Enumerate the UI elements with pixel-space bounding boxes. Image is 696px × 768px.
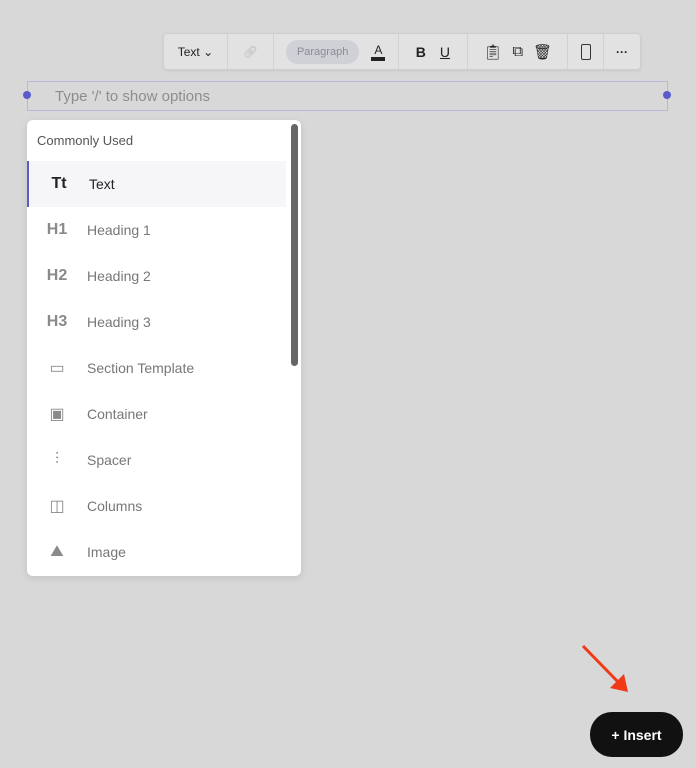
text-icon: Tt xyxy=(51,175,67,192)
mobile-icon xyxy=(580,43,591,60)
menu-item-heading-3[interactable]: H3 Heading 3 xyxy=(27,299,286,345)
menu-item-columns[interactable]: ◫ Columns xyxy=(27,483,286,529)
text-block-input[interactable]: Type '/' to show options xyxy=(27,81,668,111)
block-toolbar: Text ⌄ 🔗︎ Paragraph A B U 📋︎ ⧉ 🗑︎ ··· xyxy=(163,33,641,70)
link-button[interactable]: 🔗︎ xyxy=(228,34,274,69)
more-options-button[interactable]: ··· xyxy=(604,34,640,69)
menu-item-spacer[interactable]: ⫶ Spacer xyxy=(27,437,286,483)
spacer-icon: ⫶ xyxy=(54,451,59,468)
resize-handle-right[interactable] xyxy=(663,91,671,99)
block-type-dropdown[interactable]: Text ⌄ xyxy=(164,34,228,69)
arrow-annotation xyxy=(581,644,628,692)
menu-item-text[interactable]: Tt Text xyxy=(27,161,286,207)
insert-button[interactable]: + Insert xyxy=(590,712,683,757)
trash-icon[interactable]: 🗑︎ xyxy=(533,43,552,61)
image-icon: ⛰︎ xyxy=(50,543,64,560)
paragraph-style-button[interactable]: Paragraph xyxy=(285,39,360,64)
columns-icon: ◫ xyxy=(49,498,65,515)
menu-item-label: Container xyxy=(87,406,148,422)
menu-item-label: Heading 1 xyxy=(87,222,151,238)
more-icon: ··· xyxy=(616,44,629,59)
menu-item-label: Heading 3 xyxy=(87,314,151,330)
underline-button[interactable]: U xyxy=(440,44,450,60)
mobile-view-button[interactable] xyxy=(568,34,605,69)
chevron-down-icon: ⌄ xyxy=(203,44,214,59)
menu-item-image[interactable]: ⛰︎ Image xyxy=(27,529,286,575)
resize-handle-left[interactable] xyxy=(23,91,31,99)
heading-2-icon: H2 xyxy=(46,267,68,284)
clipboard-icon[interactable]: 📋︎ xyxy=(483,43,502,61)
menu-item-label: Spacer xyxy=(87,452,132,468)
menu-item-label: Image xyxy=(87,544,126,560)
duplicate-icon[interactable]: ⧉ xyxy=(512,43,523,60)
menu-item-label: Section Template xyxy=(87,360,195,376)
menu-item-section-template[interactable]: ▭ Section Template xyxy=(27,345,286,391)
scrollbar[interactable] xyxy=(291,124,298,366)
menu-item-heading-1[interactable]: H1 Heading 1 xyxy=(27,207,286,253)
text-color-button[interactable]: A xyxy=(371,43,386,61)
block-insert-menu: Commonly Used Tt Text H1 Heading 1 H2 Heading… xyxy=(27,120,301,576)
menu-item-label: Columns xyxy=(87,498,143,514)
menu-item-heading-2[interactable]: H2 Heading 2 xyxy=(27,253,286,299)
menu-item-label: Text xyxy=(89,176,115,192)
section-template-icon: ▭ xyxy=(49,360,65,377)
section-heading: Commonly Used xyxy=(37,133,134,148)
menu-item-container[interactable]: ▣ Container xyxy=(27,391,286,437)
heading-3-icon: H3 xyxy=(46,313,68,330)
bold-button[interactable]: B xyxy=(416,44,426,60)
container-icon: ▣ xyxy=(49,406,65,423)
heading-1-icon: H1 xyxy=(46,221,68,238)
menu-item-label: Heading 2 xyxy=(87,268,151,284)
link-icon: 🔗︎ xyxy=(242,44,258,59)
